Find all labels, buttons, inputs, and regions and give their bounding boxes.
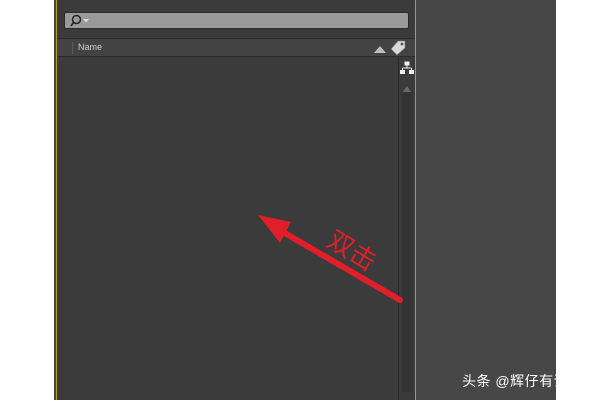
annotation-arrow-head: [258, 215, 291, 243]
annotation-overlay: 双击: [258, 215, 403, 303]
watermark: 头条 @辉仔有话说: [462, 373, 583, 389]
